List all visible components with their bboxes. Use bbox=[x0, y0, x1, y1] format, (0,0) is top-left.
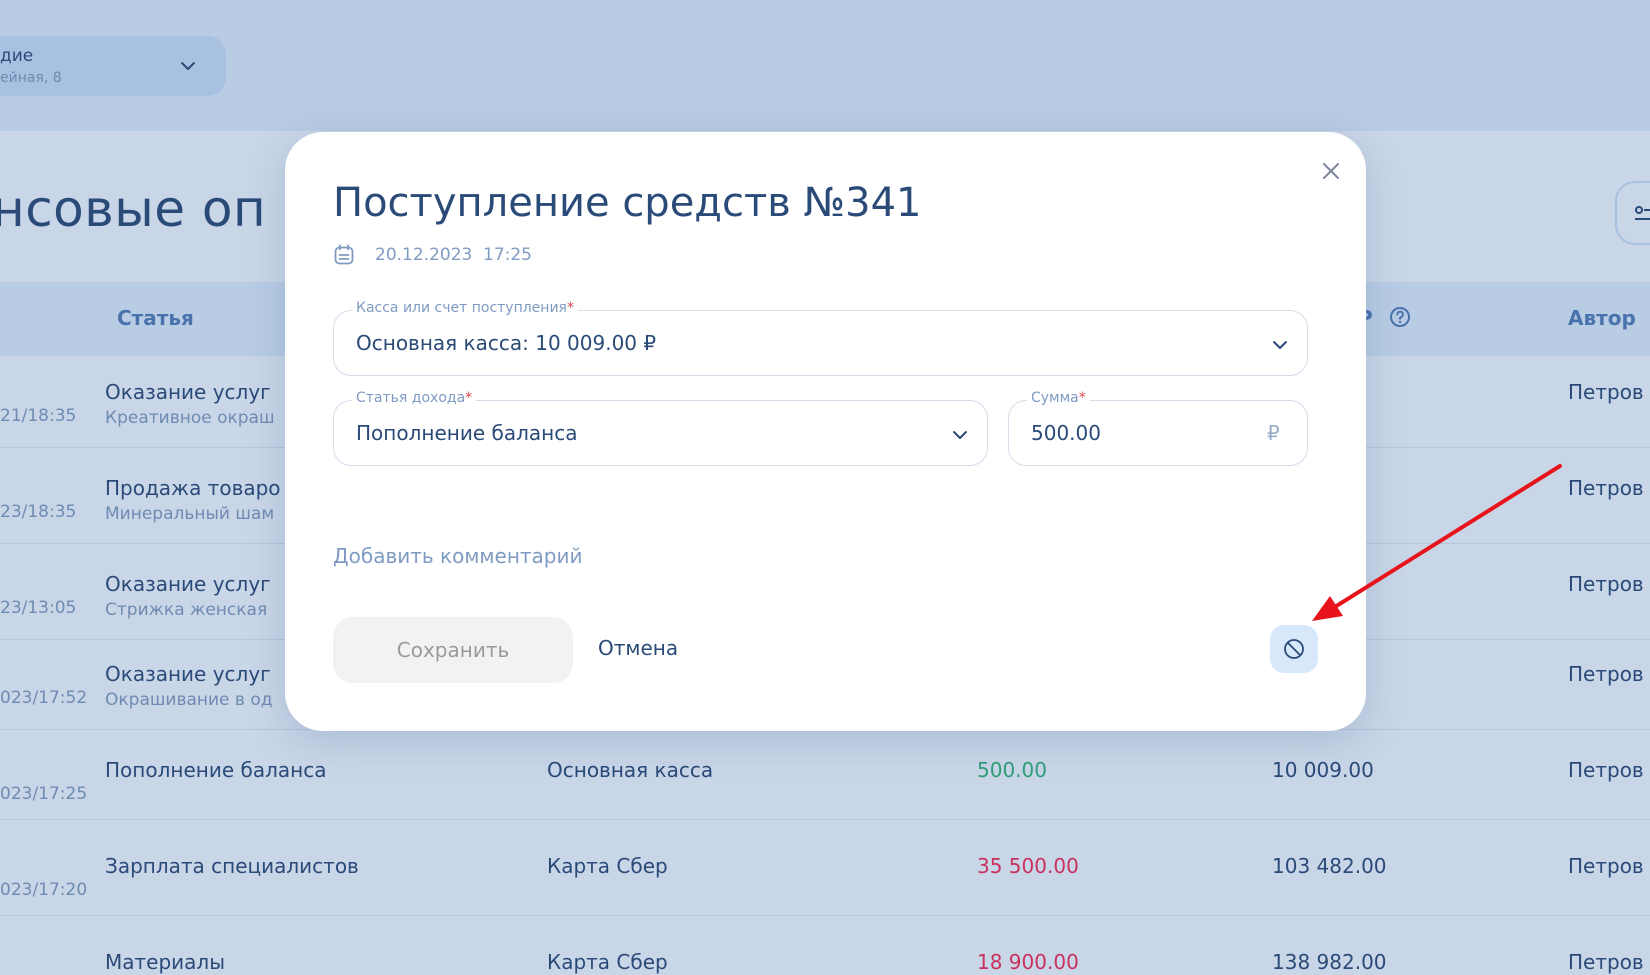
row-balance: 103 482.00 bbox=[1272, 854, 1387, 878]
table-row[interactable]: Материалы Карта Сбер 18 900.00 138 982.00 Пе… bbox=[0, 920, 1650, 975]
chevron-down-icon bbox=[1273, 341, 1287, 349]
row-article-sub: Минеральный шам bbox=[105, 504, 275, 524]
top-bar: дие ейная, 8 bbox=[0, 0, 1650, 131]
cancel-button[interactable]: Отмена bbox=[598, 636, 678, 660]
row-article: Оказание услуг bbox=[105, 572, 271, 596]
row-cashbox: Карта Сбер bbox=[547, 854, 668, 878]
row-cashbox: Карта Сбер bbox=[547, 950, 668, 974]
row-date: 023/17:20 bbox=[0, 880, 88, 900]
row-author: Петров bbox=[1568, 476, 1644, 500]
save-button[interactable]: Сохранить bbox=[333, 617, 573, 683]
chevron-down-icon bbox=[953, 431, 967, 439]
row-date: 23/13:05 bbox=[0, 598, 77, 618]
calendar-icon bbox=[334, 244, 354, 265]
row-date: 21/18:35 bbox=[0, 406, 77, 426]
table-row[interactable]: 023/17:20 Зарплата специалистов Карта Сбер… bbox=[0, 824, 1650, 916]
operation-date: 20.12.2023 bbox=[375, 245, 473, 265]
amount-value: 500.00 bbox=[1031, 421, 1101, 445]
row-article-sub: Креативное окраш bbox=[105, 408, 275, 428]
amount-input[interactable]: Сумма* 500.00 ₽ bbox=[1008, 390, 1308, 466]
column-author[interactable]: Автор bbox=[1568, 306, 1636, 330]
close-icon[interactable] bbox=[1318, 158, 1344, 184]
chevron-down-icon bbox=[181, 62, 195, 70]
row-author: Петров bbox=[1568, 950, 1644, 974]
row-article: Оказание услуг bbox=[105, 380, 271, 404]
row-author: Петров bbox=[1568, 380, 1644, 404]
amount-label: Сумма* bbox=[1027, 390, 1090, 406]
income-article-value: Пополнение баланса bbox=[356, 421, 578, 445]
salon-name: дие bbox=[0, 46, 34, 66]
row-amount: 500.00 bbox=[977, 758, 1047, 782]
salon-address: ейная, 8 bbox=[0, 70, 62, 86]
salon-selector[interactable]: дие ейная, 8 bbox=[0, 36, 226, 96]
add-comment-link[interactable]: Добавить комментарий bbox=[333, 544, 583, 568]
row-article-sub: Окрашивание в од bbox=[105, 690, 273, 710]
cashbox-select[interactable]: Касса или счет поступления* Основная кас… bbox=[333, 300, 1308, 376]
income-modal: Поступление средств №341 20.12.2023 17:2… bbox=[285, 132, 1366, 731]
cashbox-label: Касса или счет поступления* bbox=[352, 300, 578, 316]
row-author: Петров bbox=[1568, 758, 1644, 782]
row-date: 023/17:25 bbox=[0, 784, 88, 804]
row-article: Зарплата специалистов bbox=[105, 854, 359, 878]
forbidden-icon bbox=[1284, 639, 1304, 659]
currency-sign: ₽ bbox=[1267, 421, 1280, 445]
row-article: Продажа товаро bbox=[105, 476, 281, 500]
modal-title: Поступление средств №341 bbox=[333, 180, 922, 226]
row-article: Оказание услуг bbox=[105, 662, 271, 686]
row-date: 023/17:52 bbox=[0, 688, 88, 708]
income-article-label: Статья дохода* bbox=[352, 390, 477, 406]
cashbox-value: Основная касса: 10 009.00 ₽ bbox=[356, 331, 657, 355]
row-date: 23/18:35 bbox=[0, 502, 77, 522]
page-title: нсовые оп bbox=[0, 180, 267, 238]
filter-button[interactable] bbox=[1615, 181, 1650, 245]
operation-time: 17:25 bbox=[483, 245, 532, 265]
row-balance: 10 009.00 bbox=[1272, 758, 1374, 782]
filter-icon bbox=[1635, 206, 1650, 220]
row-author: Петров bbox=[1568, 662, 1644, 686]
table-row[interactable]: 023/17:25 Пополнение баланса Основная касс… bbox=[0, 728, 1650, 820]
row-amount: 35 500.00 bbox=[977, 854, 1079, 878]
row-balance: 138 982.00 bbox=[1272, 950, 1387, 974]
column-article[interactable]: Статья bbox=[117, 306, 194, 330]
help-circle-icon[interactable] bbox=[1389, 306, 1411, 328]
income-article-select[interactable]: Статья дохода* Пополнение баланса bbox=[333, 390, 988, 466]
row-amount: 18 900.00 bbox=[977, 950, 1079, 974]
cancel-operation-button[interactable] bbox=[1270, 625, 1318, 673]
row-article: Пополнение баланса bbox=[105, 758, 327, 782]
row-cashbox: Основная касса bbox=[547, 758, 714, 782]
row-author: Петров bbox=[1568, 572, 1644, 596]
row-article: Материалы bbox=[105, 950, 225, 974]
row-author: Петров bbox=[1568, 854, 1644, 878]
row-article-sub: Стрижка женская bbox=[105, 600, 268, 620]
